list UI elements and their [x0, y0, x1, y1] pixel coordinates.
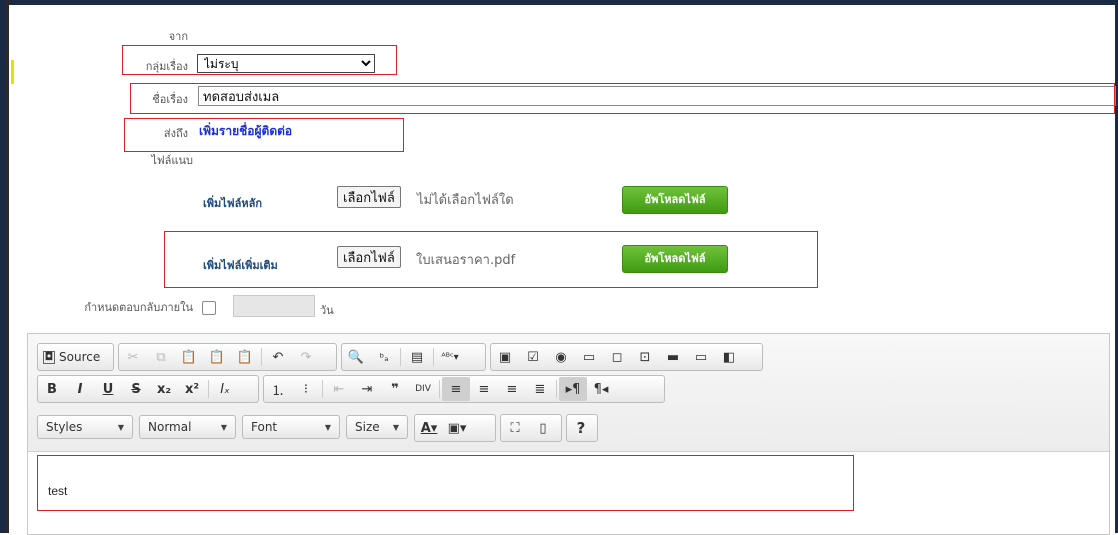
- bold-icon[interactable]: B: [38, 377, 66, 401]
- help-group: ?: [566, 414, 598, 442]
- focus-marker: [11, 60, 14, 84]
- rtl-icon[interactable]: ¶◂: [587, 377, 615, 401]
- copy-icon[interactable]: ⧉: [147, 345, 175, 369]
- show-blocks-icon[interactable]: ▯: [529, 416, 557, 440]
- background-color-icon[interactable]: ▣▾: [443, 416, 471, 440]
- toolbar-separator: [400, 348, 401, 366]
- deadline-checkbox[interactable]: [202, 301, 216, 315]
- spellcheck-icon[interactable]: ᴬᴮᶜ▾: [436, 345, 464, 369]
- source-label: Source: [59, 350, 101, 364]
- bulleted-list-icon[interactable]: ⁝: [292, 377, 320, 401]
- image-button-icon[interactable]: ▭: [687, 345, 715, 369]
- cut-icon[interactable]: ✂: [119, 345, 147, 369]
- redo-icon[interactable]: ↷: [292, 345, 320, 369]
- clipboard-group: ✂ ⧉ 📋 📋 📋 ↶ ↷: [118, 343, 337, 371]
- chevron-down-icon: ▼: [392, 422, 399, 432]
- subscript-icon[interactable]: x₂: [150, 377, 178, 401]
- paste-icon[interactable]: 📋: [175, 345, 203, 369]
- highlight-category: [122, 45, 397, 75]
- size-label: Size: [355, 420, 380, 434]
- font-label: Font: [251, 420, 278, 434]
- from-label: จาก: [168, 30, 188, 43]
- align-right-icon[interactable]: ≡: [498, 377, 526, 401]
- highlight-to: [124, 118, 404, 152]
- toolbar-separator: [261, 348, 262, 366]
- find-group: 🔍 ᵇₐ ▤ ᴬᴮᶜ▾: [341, 343, 486, 371]
- undo-icon[interactable]: ↶: [264, 345, 292, 369]
- editor-toolbar: ◘ Source ✂ ⧉ 📋 📋 📋 ↶ ↷ 🔍 ᵇₐ ▤ ᴬᴮᶜ▾ ▣ ☑ ◉: [28, 334, 1109, 452]
- find-icon[interactable]: 🔍: [342, 345, 370, 369]
- textfield-icon[interactable]: ▭: [575, 345, 603, 369]
- toolbar-separator: [433, 348, 434, 366]
- font-dropdown[interactable]: Font ▼: [242, 415, 340, 439]
- deadline-unit: วัน: [320, 304, 334, 317]
- help-button[interactable]: ?: [567, 416, 595, 440]
- from-field: [197, 24, 422, 44]
- deadline-label: กำหนดตอบกลับภายใน: [84, 301, 193, 314]
- size-dropdown[interactable]: Size ▼: [346, 415, 408, 439]
- maximize-icon[interactable]: ⛶: [501, 416, 529, 440]
- main-upload-button[interactable]: อัพโหลดไฟล์: [622, 186, 728, 214]
- strike-icon[interactable]: S: [122, 377, 150, 401]
- italic-icon[interactable]: I: [66, 377, 94, 401]
- toolbar-separator: [439, 380, 440, 398]
- highlight-attachment: [164, 231, 818, 288]
- justify-icon[interactable]: ≣: [526, 377, 554, 401]
- form-icon[interactable]: ▣: [491, 345, 519, 369]
- main-file-label: เพิ่มไฟล์หลัก: [203, 197, 262, 210]
- text-color-icon[interactable]: A▾: [415, 416, 443, 440]
- ltr-icon[interactable]: ▸¶: [559, 377, 587, 401]
- source-group: ◘ Source: [37, 343, 114, 371]
- textarea-icon[interactable]: ◻: [603, 345, 631, 369]
- deadline-days-input[interactable]: [233, 295, 315, 317]
- chevron-down-icon: ▼: [324, 422, 331, 432]
- blockquote-icon[interactable]: ❞: [381, 377, 409, 401]
- styles-label: Styles: [46, 420, 83, 434]
- indent-icon[interactable]: ⇥: [353, 377, 381, 401]
- attach-label: ไฟล์แนบ: [151, 154, 193, 167]
- format-dropdown[interactable]: Normal ▼: [139, 415, 236, 439]
- window-left-inner-border: [5, 0, 9, 533]
- chevron-down-icon: ▼: [117, 422, 124, 432]
- source-button[interactable]: ◘ Source: [38, 345, 105, 369]
- chevron-down-icon: ▼: [220, 422, 227, 432]
- align-center-icon[interactable]: ≡: [470, 377, 498, 401]
- remove-format-icon[interactable]: Iₓ: [211, 377, 239, 401]
- button-field-icon[interactable]: ▬: [659, 345, 687, 369]
- toolbar-separator: [322, 380, 323, 398]
- toolbar-separator: [208, 380, 209, 398]
- paragraph-group: ⒈ ⁝ ⇤ ⇥ ❞ DIV ≡ ≡ ≡ ≣ ▸¶ ¶◂: [263, 375, 665, 403]
- main-choose-file-button[interactable]: เลือกไฟล์: [337, 186, 401, 208]
- checkbox-icon[interactable]: ☑: [519, 345, 547, 369]
- numbered-list-icon[interactable]: ⒈: [264, 377, 292, 401]
- paste-text-icon[interactable]: 📋: [203, 345, 231, 369]
- align-left-icon[interactable]: ≡: [442, 377, 470, 401]
- paste-word-icon[interactable]: 📋: [231, 345, 259, 369]
- main-file-status: ไม่ได้เลือกไฟล์ใด: [417, 193, 514, 208]
- color-group: A▾ ▣▾: [414, 414, 496, 442]
- highlight-editor-content: [37, 455, 854, 511]
- source-icon: ◘: [43, 349, 55, 364]
- radio-icon[interactable]: ◉: [547, 345, 575, 369]
- forms-group: ▣ ☑ ◉ ▭ ◻ ⊡ ▬ ▭ ◧: [490, 343, 763, 371]
- format-label: Normal: [148, 420, 192, 434]
- superscript-icon[interactable]: x²: [178, 377, 206, 401]
- replace-icon[interactable]: ᵇₐ: [370, 345, 398, 369]
- hidden-field-icon[interactable]: ◧: [715, 345, 743, 369]
- select-all-icon[interactable]: ▤: [403, 345, 431, 369]
- underline-icon[interactable]: U: [94, 377, 122, 401]
- select-field-icon[interactable]: ⊡: [631, 345, 659, 369]
- highlight-subject: [130, 83, 1115, 114]
- div-container-icon[interactable]: DIV: [409, 377, 437, 401]
- tools-group: ⛶ ▯: [500, 414, 562, 442]
- styles-dropdown[interactable]: Styles ▼: [37, 415, 133, 439]
- basic-style-group: B I U S x₂ x² Iₓ: [37, 375, 259, 403]
- toolbar-separator: [556, 380, 557, 398]
- window-top-border: [0, 0, 1118, 5]
- outdent-icon[interactable]: ⇤: [325, 377, 353, 401]
